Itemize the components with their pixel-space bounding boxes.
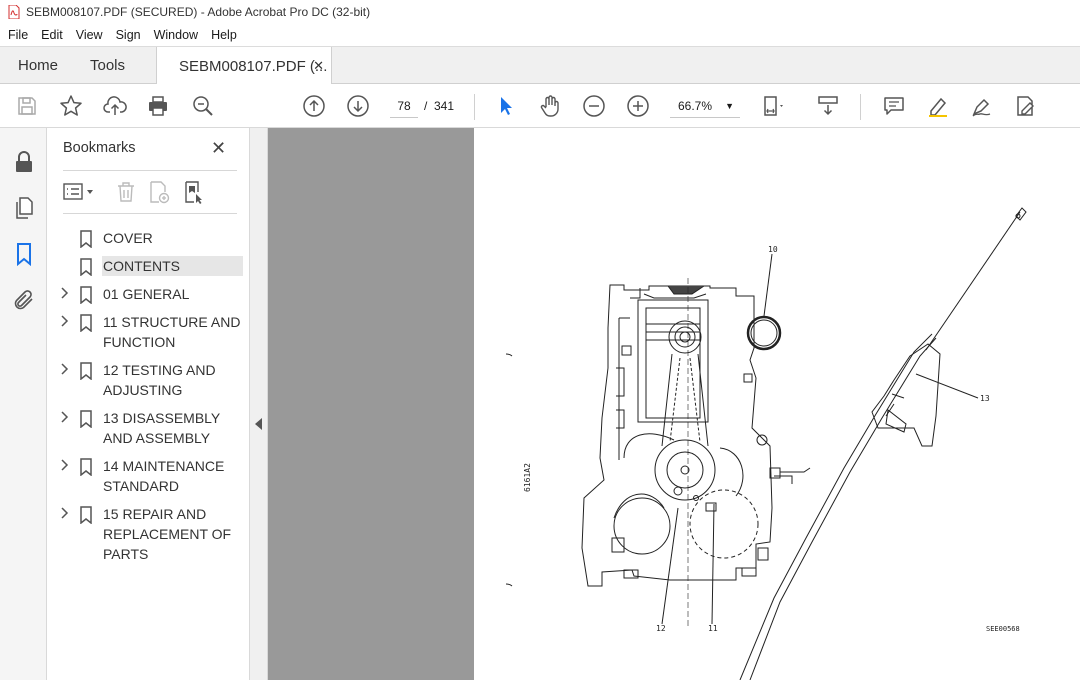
bookmark-label: 13 DISASSEMBLY AND ASSEMBLY <box>103 410 220 446</box>
menu-view[interactable]: View <box>71 28 108 42</box>
attachment-icon[interactable] <box>12 288 36 312</box>
zoom-in-icon[interactable] <box>626 94 650 118</box>
bookmark-item-14-maintenance[interactable]: 14 MAINTENANCE STANDARD <box>47 452 250 500</box>
page-thumbnails-icon[interactable] <box>12 196 36 220</box>
tab-home[interactable]: Home <box>18 47 58 84</box>
page-separator: / <box>424 99 428 113</box>
divider <box>63 170 237 171</box>
chevron-right-icon[interactable] <box>60 506 70 520</box>
callout-10: 10 <box>768 245 778 254</box>
tab-document[interactable]: SEBM008107.PDF (... ✕ <box>156 47 332 85</box>
bookmarks-panel: Bookmarks ✕ COVER CONTENTS 01 GENERAL 11… <box>47 128 250 680</box>
bookmark-item-12-testing[interactable]: 12 TESTING AND ADJUSTING <box>47 356 250 404</box>
edit-pdf-icon[interactable] <box>1013 94 1037 118</box>
bookmark-item-01-general[interactable]: 01 GENERAL <box>47 280 250 308</box>
left-rail <box>0 128 47 680</box>
bookmark-icon <box>80 314 92 332</box>
bookmark-label: 01 GENERAL <box>103 286 190 302</box>
bookmark-icon <box>80 506 92 524</box>
document-viewport[interactable]: 10 13 12 11 6161A2 SEE00568 <box>268 128 1080 680</box>
menu-file[interactable]: File <box>3 28 33 42</box>
bookmark-label: COVER <box>103 230 153 246</box>
bookmark-label: 12 TESTING AND ADJUSTING <box>103 362 216 398</box>
bookmark-tag-icon[interactable] <box>182 180 206 204</box>
bookmark-icon <box>80 362 92 380</box>
pdf-app-icon <box>8 5 20 19</box>
trash-icon[interactable] <box>114 180 138 204</box>
page-down-icon[interactable] <box>346 94 370 118</box>
add-bookmark-icon[interactable] <box>147 180 171 204</box>
print-icon[interactable] <box>146 94 170 118</box>
menu-edit[interactable]: Edit <box>36 28 68 42</box>
sign-icon[interactable] <box>970 94 994 118</box>
chevron-right-icon[interactable] <box>60 286 70 300</box>
panel-collapse-handle[interactable] <box>250 128 268 680</box>
menu-bar: File Edit View Sign Window Help <box>0 24 1080 46</box>
bookmark-item-cover[interactable]: COVER <box>47 224 250 252</box>
menu-sign[interactable]: Sign <box>111 28 146 42</box>
bookmark-icon <box>80 410 92 428</box>
bookmark-icon <box>80 258 92 276</box>
collapse-arrow-icon <box>255 418 262 430</box>
divider <box>63 213 237 214</box>
close-tab-icon[interactable]: ✕ <box>313 58 324 74</box>
scroll-mode-icon[interactable] <box>816 94 840 118</box>
bookmark-item-13-disassembly[interactable]: 13 DISASSEMBLY AND ASSEMBLY <box>47 404 250 452</box>
bookmark-item-11-structure[interactable]: 11 STRUCTURE AND FUNCTION <box>47 308 250 356</box>
bookmark-label: 14 MAINTENANCE STANDARD <box>103 458 225 494</box>
side-code: 6161A2 <box>523 463 532 492</box>
zoom-value: 66.7% <box>678 99 713 113</box>
zoom-select[interactable]: 66.7% ▼ <box>670 94 740 118</box>
chevron-down-icon: ▼ <box>725 101 734 111</box>
save-icon[interactable] <box>15 94 39 118</box>
main-toolbar: 78 / 341 66.7% ▼ <box>0 84 1080 128</box>
tab-document-label: SEBM008107.PDF (... <box>179 57 328 75</box>
callout-11: 11 <box>708 624 718 633</box>
close-icon[interactable]: ✕ <box>211 138 226 159</box>
bookmark-label: 15 REPAIR AND REPLACEMENT OF PARTS <box>103 506 232 562</box>
bookmarks-title: Bookmarks <box>63 140 136 156</box>
window-title: SEBM008107.PDF (SECURED) - Adobe Acrobat… <box>26 5 371 19</box>
chevron-right-icon[interactable] <box>60 458 70 472</box>
menu-window[interactable]: Window <box>149 28 203 42</box>
bookmark-icon <box>80 230 92 248</box>
zoom-search-icon[interactable] <box>191 94 215 118</box>
bookmark-icon <box>80 286 92 304</box>
title-bar: SEBM008107.PDF (SECURED) - Adobe Acrobat… <box>0 0 1080 24</box>
page-fit-icon[interactable] <box>762 94 786 118</box>
bookmark-item-contents[interactable]: CONTENTS <box>47 252 250 280</box>
tab-bar: Home Tools SEBM008107.PDF (... ✕ <box>0 46 1080 85</box>
bookmark-panel-icon[interactable] <box>12 242 36 267</box>
bookmark-icon <box>80 458 92 476</box>
toolbar-divider <box>474 94 475 120</box>
figure-code: SEE00568 <box>986 625 1020 633</box>
callout-13: 13 <box>980 394 990 403</box>
bookmark-label: CONTENTS <box>102 256 243 276</box>
hand-icon[interactable] <box>538 94 562 118</box>
chevron-right-icon[interactable] <box>60 362 70 376</box>
bookmark-options-button[interactable] <box>62 180 98 204</box>
toolbar-divider <box>860 94 861 120</box>
tab-tools[interactable]: Tools <box>90 47 125 84</box>
engine-cross-section-drawing: 10 13 12 11 6161A2 SEE00568 <box>505 207 1027 680</box>
menu-help[interactable]: Help <box>206 28 242 42</box>
bookmark-item-15-repair[interactable]: 15 REPAIR AND REPLACEMENT OF PARTS <box>47 500 250 568</box>
zoom-out-icon[interactable] <box>582 94 606 118</box>
pdf-page: 10 13 12 11 6161A2 SEE00568 <box>474 128 1080 680</box>
star-icon[interactable] <box>59 94 83 118</box>
chevron-right-icon[interactable] <box>60 314 70 328</box>
bookmark-label: 11 STRUCTURE AND FUNCTION <box>103 314 241 350</box>
page-number-input[interactable]: 78 <box>390 94 418 118</box>
page-total: 341 <box>434 99 455 113</box>
chevron-right-icon[interactable] <box>60 410 70 424</box>
callout-12: 12 <box>656 624 666 633</box>
comment-icon[interactable] <box>882 94 906 118</box>
lock-icon[interactable] <box>12 150 36 174</box>
highlight-icon[interactable] <box>926 94 950 118</box>
select-arrow-icon[interactable] <box>494 94 518 118</box>
upload-icon[interactable] <box>103 94 127 118</box>
bookmark-list: COVER CONTENTS 01 GENERAL 11 STRUCTURE A… <box>47 224 250 568</box>
page-up-icon[interactable] <box>302 94 326 118</box>
